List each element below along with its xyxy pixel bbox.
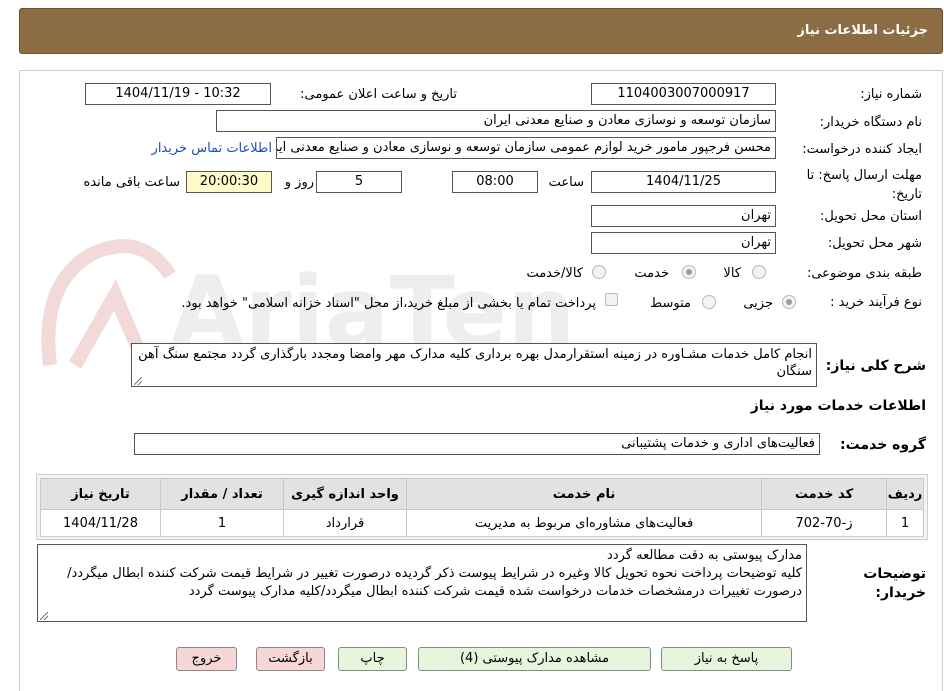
deadline-date-field: 1404/11/25	[591, 171, 776, 193]
requester-label: ایجاد کننده درخواست:	[802, 142, 922, 157]
back-button[interactable]: بازگشت	[256, 647, 325, 671]
cell-name: فعالیت‌های مشاوره‌ای مربوط به مدیریت	[406, 509, 762, 537]
announce-label: تاریخ و ساعت اعلان عمومی:	[300, 87, 457, 102]
service-group-label: گروه خدمت:	[840, 437, 926, 453]
col-unit-header: واحد اندازه گیری	[283, 478, 407, 510]
resize-grip-icon[interactable]	[40, 612, 48, 620]
buyer-notes-line-1: مدارک پیوستی به دقت مطالعه گردد	[607, 548, 802, 563]
buyer-notes-textarea[interactable]: مدارک پیوستی به دقت مطالعه گردد کلیه توض…	[37, 544, 807, 622]
need-number-label: شماره نیاز:	[860, 87, 922, 102]
col-date-header: تاریخ نیاز	[40, 478, 161, 510]
category-service-label: خدمت	[634, 266, 669, 281]
purchase-medium-radio[interactable]	[702, 295, 716, 309]
print-button[interactable]: چاپ	[338, 647, 407, 671]
cell-row: 1	[886, 509, 924, 537]
summary-textarea[interactable]: انجام کامل خدمات مشـاوره در زمینه استقرا…	[131, 343, 817, 387]
category-goods-service-label: کالا/خدمت	[526, 266, 583, 281]
category-label: طبقه بندی موضوعی:	[806, 266, 922, 281]
deadline-time-label: ساعت	[548, 175, 584, 190]
purchase-type-label: نوع فرآیند خرید :	[830, 295, 922, 310]
deadline-time-field: 08:00	[452, 171, 538, 193]
purchase-minor-radio[interactable]	[782, 295, 796, 309]
cell-date: 1404/11/28	[40, 509, 161, 537]
buyer-notes-label-1: توضیحات	[863, 566, 926, 582]
buyer-org-field: سازمان توسعه و نوسازی معادن و صنایع معدن…	[216, 110, 776, 132]
treasury-payment-checkbox[interactable]	[605, 293, 618, 306]
cell-unit: قرارداد	[283, 509, 407, 537]
col-qty-header: تعداد / مقدار	[160, 478, 284, 510]
category-goods-service-radio[interactable]	[592, 265, 606, 279]
page-header: جزئیات اطلاعات نیاز	[19, 8, 943, 54]
province-label: استان محل تحویل:	[820, 209, 922, 224]
days-field: 5	[316, 171, 402, 193]
purchase-minor-label: جزیی	[743, 296, 773, 311]
city-label: شهر محل تحویل:	[827, 236, 922, 251]
reply-button[interactable]: پاسخ به نیاز	[661, 647, 792, 671]
summary-text: انجام کامل خدمات مشـاوره در زمینه استقرا…	[138, 347, 812, 379]
buyer-org-label: نام دستگاه خریدار:	[819, 115, 922, 130]
buyer-notes-line-2: کلیه توضیحات پرداخت نحوه تحویل کالا وغیر…	[67, 566, 802, 599]
col-row-header: ردیف	[886, 478, 924, 510]
remaining-label: ساعت باقی مانده	[83, 175, 180, 190]
requester-field: محسن فرجپور مامور خرید لوازم عمومی سازما…	[276, 137, 776, 159]
deadline-label: مهلت ارسال پاسخ: تا تاریخ:	[806, 168, 922, 202]
exit-button[interactable]: خروج	[176, 647, 237, 671]
table-row: 1 ز-70-702 فعالیت‌های مشاوره‌ای مربوط به…	[40, 509, 924, 537]
days-label: روز و	[284, 175, 314, 190]
summary-label: شرح کلی نیاز:	[825, 358, 926, 374]
view-attachments-button[interactable]: مشاهده مدارک پیوستی (4)	[418, 647, 651, 671]
cell-qty: 1	[160, 509, 284, 537]
city-field: تهران	[591, 232, 776, 254]
announce-field: 1404/11/19 - 10:32	[85, 83, 271, 105]
page-title: جزئیات اطلاعات نیاز	[797, 23, 928, 38]
col-code-header: کد خدمت	[761, 478, 887, 510]
resize-grip-icon[interactable]	[134, 377, 142, 385]
services-section-title: اطلاعات خدمات مورد نیاز	[750, 398, 926, 414]
buyer-contact-link[interactable]: اطلاعات تماس خریدار	[152, 141, 272, 156]
need-number-field: 1104003007000917	[591, 83, 776, 105]
purchase-medium-label: متوسط	[650, 296, 691, 311]
cell-code: ز-70-702	[761, 509, 887, 537]
remaining-time-field: 20:00:30	[186, 171, 272, 193]
category-goods-label: کالا	[723, 266, 741, 281]
table-header-row: ردیف کد خدمت نام خدمت واحد اندازه گیری ت…	[40, 478, 924, 510]
buyer-notes-label-2: خریدار:	[875, 585, 926, 601]
service-group-field: فعالیت‌های اداری و خدمات پشتیبانی	[134, 433, 820, 455]
category-service-radio[interactable]	[682, 265, 696, 279]
treasury-payment-note: پرداخت تمام یا بخشی از مبلغ خرید،از محل …	[181, 296, 596, 311]
services-table: ردیف کد خدمت نام خدمت واحد اندازه گیری ت…	[40, 478, 924, 537]
category-goods-radio[interactable]	[752, 265, 766, 279]
province-field: تهران	[591, 205, 776, 227]
col-name-header: نام خدمت	[406, 478, 762, 510]
